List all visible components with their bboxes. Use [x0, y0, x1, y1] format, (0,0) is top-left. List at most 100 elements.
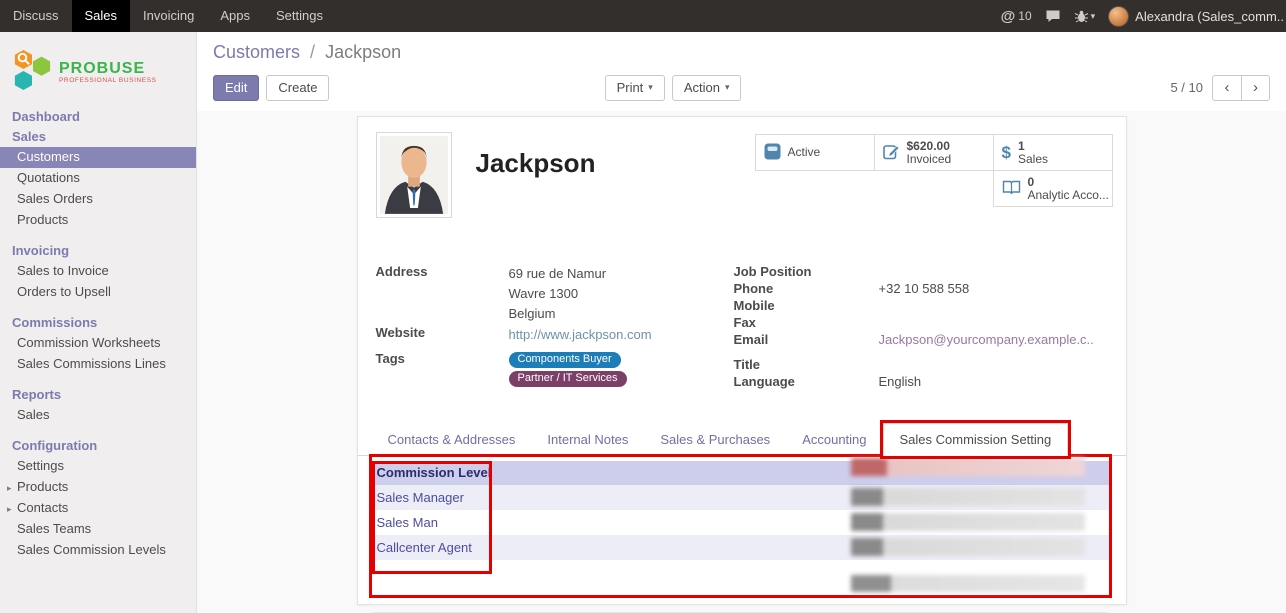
app-logo[interactable]: PROBUSE PROFESSIONAL BUSINESS	[0, 32, 196, 107]
table-footer-row[interactable]	[372, 573, 1109, 595]
sidebar-item-reports-sales[interactable]: Sales	[0, 405, 196, 426]
sidebar-item-quotations[interactable]: Quotations	[0, 168, 196, 189]
commission-level-column-header: Commission Level	[377, 465, 492, 480]
menu-settings[interactable]: Settings	[263, 0, 336, 32]
tag-components-buyer[interactable]: Components Buyer	[509, 352, 621, 368]
analytic-accounts-stat-button[interactable]: 0 Analytic Acco...	[993, 170, 1113, 207]
logo-text: PROBUSE PROFESSIONAL BUSINESS	[59, 60, 157, 84]
stat-buttons: Active $620.00 Invoiced	[756, 135, 1113, 207]
commission-level-cell: Sales Manager	[377, 490, 464, 505]
caret-down-icon: ▾	[725, 82, 730, 93]
sidebar-item-orders-to-upsell[interactable]: Orders to Upsell	[0, 282, 196, 303]
sidebar-item-customers[interactable]: Customers	[0, 147, 196, 168]
table-row-sales-manager[interactable]: Sales Manager	[372, 485, 1109, 510]
sidebar-section: Commissions Commission Worksheets Sales …	[0, 313, 196, 375]
table-row-callcenter-agent[interactable]: Callcenter Agent	[372, 535, 1109, 560]
user-menu[interactable]: Alexandra (Sales_comm..	[1108, 6, 1284, 27]
menu-apps[interactable]: Apps	[207, 0, 263, 32]
website-link[interactable]: http://www.jackpson.com	[509, 325, 652, 345]
stat-value: $620.00	[907, 140, 952, 153]
email-link[interactable]: Jackpson@yourcompany.example.c..	[879, 332, 1094, 347]
pager-previous-button[interactable]: ‹	[1212, 75, 1241, 101]
breadcrumb-customers-link[interactable]: Customers	[213, 42, 300, 62]
active-toggle-icon	[764, 143, 781, 163]
control-panel: Customers / Jackpson Edit Create Print ▾…	[197, 32, 1286, 111]
sidebar-item-settings[interactable]: Settings	[0, 456, 196, 477]
debug-bug-icon[interactable]: ▾	[1074, 10, 1096, 23]
mobile-field: Mobile	[734, 298, 1113, 314]
email-label: Email	[734, 332, 879, 348]
logo-title: PROBUSE	[59, 60, 157, 77]
sidebar-section-commissions[interactable]: Commissions	[0, 313, 196, 333]
mobile-label: Mobile	[734, 298, 879, 314]
sidebar-item-sales-commissions-lines[interactable]: Sales Commissions Lines	[0, 354, 196, 375]
sidebar-item-contacts-config[interactable]: ▸ Contacts	[0, 498, 196, 519]
active-stat-button[interactable]: Active	[755, 134, 875, 171]
tab-contacts-addresses[interactable]: Contacts & Addresses	[372, 424, 532, 455]
topbar-systray: @ 10 ▾ Alexandra (Sales_comm..	[1001, 0, 1286, 32]
redacted-cell	[851, 575, 1085, 592]
sidebar-section-configuration[interactable]: Configuration	[0, 436, 196, 456]
action-dropdowns: Print ▾ Action ▾	[605, 75, 742, 101]
commission-level-cell: Sales Man	[377, 515, 438, 530]
fax-label: Fax	[734, 315, 879, 331]
pager-next-button[interactable]: ›	[1241, 75, 1270, 101]
caret-down-icon: ▾	[1091, 11, 1096, 22]
sidebar-item-products-config[interactable]: ▸ Products	[0, 477, 196, 498]
sidebar-item-products[interactable]: Products	[0, 210, 196, 231]
pager: 5 / 10 ‹ ›	[1170, 75, 1270, 101]
redacted-cell	[851, 488, 1085, 506]
sidebar-item-sales-orders[interactable]: Sales Orders	[0, 189, 196, 210]
title-field: Title	[734, 357, 1113, 373]
address-value: 69 rue de Namur Wavre 1300 Belgium	[509, 264, 734, 324]
tab-sales-commission-setting[interactable]: Sales Commission Setting	[883, 423, 1069, 456]
annotation-table-box: Commission Level Sales Manager Sales Man…	[369, 454, 1112, 598]
sidebar-item-sales-teams[interactable]: Sales Teams	[0, 519, 196, 540]
pencil-square-icon	[883, 143, 900, 163]
sheet-header: Jackpson Active	[358, 117, 1126, 250]
email-field: Email Jackpson@yourcompany.example.c..	[734, 332, 1113, 348]
table-row-sales-man[interactable]: Sales Man	[372, 510, 1109, 535]
form-fields: Address 69 rue de Namur Wavre 1300 Belgi…	[358, 264, 1126, 391]
sidebar-item-commission-worksheets[interactable]: Commission Worksheets	[0, 333, 196, 354]
mentions-counter[interactable]: @ 10	[1001, 8, 1032, 25]
language-value: English	[879, 374, 1113, 390]
sidebar-item-dashboard[interactable]: Dashboard	[0, 107, 196, 127]
tab-sales-purchases[interactable]: Sales & Purchases	[644, 424, 786, 455]
sidebar-section-sales[interactable]: Sales	[0, 127, 196, 147]
messages-bubble-icon[interactable]	[1045, 9, 1061, 23]
sidebar-item-sales-to-invoice[interactable]: Sales to Invoice	[0, 261, 196, 282]
customer-form-sheet: Jackpson Active	[357, 116, 1127, 605]
sales-stat-button[interactable]: $ 1 Sales	[993, 134, 1113, 171]
invoiced-stat-button[interactable]: $620.00 Invoiced	[874, 134, 994, 171]
print-dropdown[interactable]: Print ▾	[605, 75, 665, 101]
edit-button[interactable]: Edit	[213, 75, 259, 101]
address-line: Wavre 1300	[509, 284, 734, 304]
stat-label: Active	[788, 146, 821, 159]
menu-discuss[interactable]: Discuss	[0, 0, 72, 32]
sidebar-section-reports[interactable]: Reports	[0, 385, 196, 405]
user-avatar	[1108, 6, 1129, 27]
action-dropdown[interactable]: Action ▾	[672, 75, 742, 101]
sidebar-item-label: Products	[17, 479, 68, 494]
tab-accounting[interactable]: Accounting	[786, 424, 882, 455]
address-line: 69 rue de Namur	[509, 264, 734, 284]
tab-internal-notes[interactable]: Internal Notes	[531, 424, 644, 455]
sidebar-item-sales-commission-levels[interactable]: Sales Commission Levels	[0, 540, 196, 561]
sidebar-section: Configuration Settings ▸ Products ▸ Cont…	[0, 436, 196, 561]
create-button[interactable]: Create	[266, 75, 329, 101]
tag-partner-it-services[interactable]: Partner / IT Services	[509, 371, 627, 387]
menu-invoicing[interactable]: Invoicing	[130, 0, 207, 32]
book-icon	[1002, 180, 1021, 198]
sidebar-section-invoicing[interactable]: Invoicing	[0, 241, 196, 261]
sidebar-item-label: Contacts	[17, 500, 68, 515]
website-label: Website	[376, 325, 509, 341]
sidebar-section: Invoicing Sales to Invoice Orders to Ups…	[0, 241, 196, 303]
menu-sales[interactable]: Sales	[72, 0, 131, 32]
customer-photo[interactable]	[376, 132, 452, 218]
fax-field: Fax	[734, 315, 1113, 331]
title-label: Title	[734, 357, 879, 373]
language-label: Language	[734, 374, 879, 390]
fields-left-column: Address 69 rue de Namur Wavre 1300 Belgi…	[376, 264, 734, 391]
dollar-icon: $	[1002, 143, 1011, 163]
